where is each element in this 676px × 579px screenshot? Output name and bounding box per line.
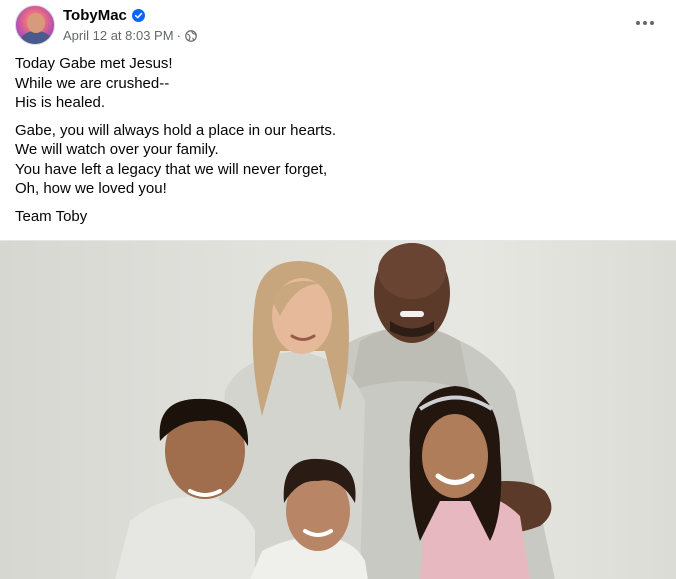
author-name[interactable]: TobyMac	[63, 7, 127, 24]
post-meta: April 12 at 8:03 PM ·	[63, 28, 197, 43]
post-timestamp[interactable]: April 12 at 8:03 PM	[63, 28, 174, 43]
more-options-icon-dot	[650, 21, 654, 25]
avatar-shoulders	[21, 31, 51, 44]
author-row: TobyMac	[63, 7, 145, 24]
post-paragraph: Team Toby	[15, 207, 655, 227]
post-line: While we are crushed--	[15, 74, 170, 92]
post-line: You have left a legacy that we will neve…	[15, 160, 328, 178]
post-signature: Team Toby	[15, 207, 88, 225]
more-options-icon-dot	[643, 21, 647, 25]
verified-badge-icon	[131, 9, 145, 22]
post-line: His is healed.	[15, 94, 106, 111]
post-header: TobyMac April 12 at 8:03 PM ·	[0, 0, 676, 50]
post-photo[interactable]	[0, 240, 676, 579]
post-line: Oh, how we loved you!	[15, 180, 167, 197]
author-avatar[interactable]	[15, 5, 55, 45]
meta-separator: ·	[176, 28, 181, 43]
post-line: Gabe, you will always hold a place in ou…	[15, 121, 337, 139]
avatar-face	[27, 13, 45, 33]
post-paragraph: Today Gabe met Jesus! While we are crush…	[15, 54, 655, 113]
more-options-icon	[636, 21, 640, 25]
post-line: We will watch over your family.	[15, 141, 219, 158]
post-paragraph: Gabe, you will always hold a place in ou…	[15, 121, 655, 199]
more-options-button[interactable]	[632, 12, 658, 34]
post-text: Today Gabe met Jesus! While we are crush…	[15, 54, 655, 234]
post-line: Today Gabe met Jesus!	[15, 55, 173, 72]
globe-icon[interactable]	[185, 29, 197, 42]
family-photo-illustration	[115, 243, 555, 579]
